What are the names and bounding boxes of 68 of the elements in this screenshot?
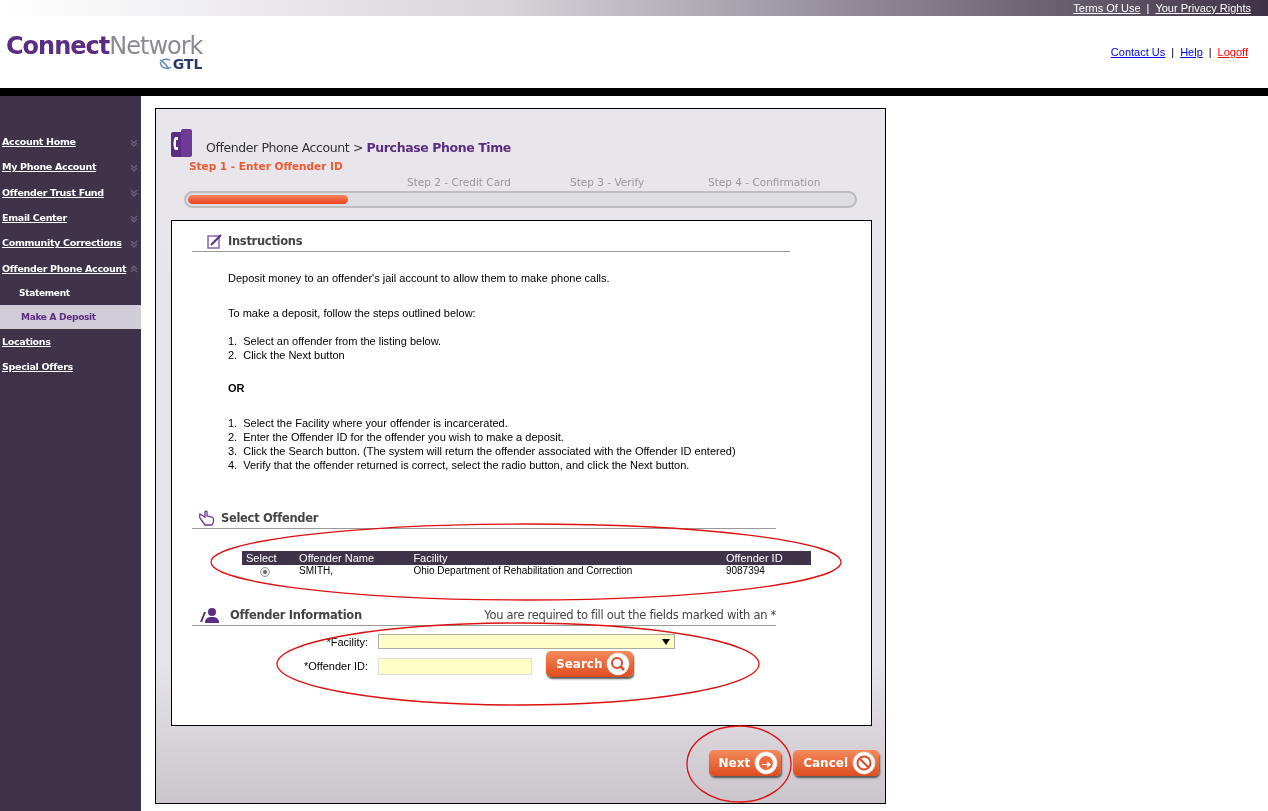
link-separator: | xyxy=(1146,2,1150,14)
link-separator: | xyxy=(1208,46,1212,58)
terms-link[interactable]: Terms Of Use xyxy=(1073,2,1141,14)
list-number: 2. xyxy=(228,348,238,362)
header-link[interactable]: Logoff xyxy=(1217,46,1248,58)
sidebar-item[interactable]: Email Center xyxy=(2,212,67,224)
chevron-down-icon xyxy=(130,214,138,223)
table-cell: Ohio Department of Rehabilitation and Correction xyxy=(409,565,722,577)
list-number: 2. xyxy=(228,430,238,444)
list-item: Click the Search button. (The system will return the offender associated with the Offender ID entered) xyxy=(243,444,736,458)
sidebar-item[interactable]: Community Corrections xyxy=(2,237,122,249)
list-number: 3. xyxy=(228,444,238,458)
list-number: 1. xyxy=(228,416,238,430)
chevron-down-icon xyxy=(130,239,138,248)
section-title: Select Offender xyxy=(221,511,319,525)
sidebar-item[interactable]: Offender Phone Account xyxy=(2,262,127,274)
link-separator: | xyxy=(1171,46,1175,58)
no-entry-icon xyxy=(852,751,876,775)
column-header: Facility xyxy=(409,551,722,565)
phone-icon xyxy=(171,129,192,158)
step-label: Step 3 - Verify xyxy=(570,176,645,188)
list-item: Verify that the offender returned is correct, select the radio button, and click the Next button. xyxy=(243,458,690,472)
column-header: Offender Name xyxy=(295,551,410,565)
chevron-down-icon xyxy=(130,138,138,147)
list-number: 4. xyxy=(228,458,238,472)
sidebar-subitem[interactable]: Statement xyxy=(0,280,141,305)
or-text: OR xyxy=(228,382,246,394)
column-header: Offender ID xyxy=(721,551,811,565)
chevron-up-icon xyxy=(130,265,138,274)
radio-button[interactable] xyxy=(260,567,270,577)
list-item: Enter the Offender ID for the offender you wish to make a deposit. xyxy=(243,430,564,444)
field-label: *Facility: xyxy=(325,635,369,648)
section-title: Offender Information xyxy=(230,608,362,622)
facility-dropdown[interactable] xyxy=(378,634,675,649)
search-icon xyxy=(606,652,631,676)
sidebar-subitem[interactable]: Make A Deposit xyxy=(0,304,141,329)
breadcrumb: Offender Phone Account > Purchase Phone Time xyxy=(206,140,511,155)
list-item: Click the Next button xyxy=(243,348,345,362)
sidebar-item[interactable]: Offender Trust Fund xyxy=(2,186,104,198)
table-cell: SMITH, xyxy=(295,565,410,577)
chevron-down-icon xyxy=(130,189,138,198)
pencil-note-icon xyxy=(207,233,223,249)
header-link[interactable]: Help xyxy=(1180,46,1203,58)
list-item: Select an offender from the listing below. xyxy=(243,334,442,348)
required-note: You are required to fill out the fields marked with an * xyxy=(484,608,776,622)
step-label: Step 1 - Enter Offender ID xyxy=(189,160,343,172)
list-number: 1. xyxy=(228,334,238,348)
sidebar-item[interactable]: Account Home xyxy=(2,136,76,148)
column-header: Select xyxy=(242,551,296,565)
sidebar-item[interactable]: My Phone Account xyxy=(2,161,97,173)
field-label: *Offender ID: xyxy=(303,660,369,672)
sidebar-item[interactable]: Locations xyxy=(2,335,51,347)
instruction-text: Deposit money to an offender's jail account to allow them to make phone calls. xyxy=(228,272,611,284)
header-link[interactable]: Contact Us xyxy=(1110,46,1166,58)
section-title: Instructions xyxy=(228,234,303,248)
privacy-link[interactable]: Your Privacy Rights xyxy=(1155,2,1251,14)
hand-icon xyxy=(198,510,216,526)
list-item: Select the Facility where your offender is incarcerated. xyxy=(243,416,508,430)
chevron-down-icon xyxy=(130,163,138,172)
offender-id-field[interactable] xyxy=(378,657,532,675)
step-label: Step 2 - Credit Card xyxy=(407,176,511,188)
person-icon xyxy=(200,607,220,623)
instruction-text: To make a deposit, follow the steps outlined below: xyxy=(228,307,477,319)
sidebar-item[interactable]: Special Offers xyxy=(2,361,73,373)
dropdown-arrow-icon xyxy=(662,638,670,645)
swirl-icon xyxy=(157,58,172,70)
step-label: Step 4 - Confirmation xyxy=(708,176,821,188)
table-cell: 9087394 xyxy=(721,565,811,577)
